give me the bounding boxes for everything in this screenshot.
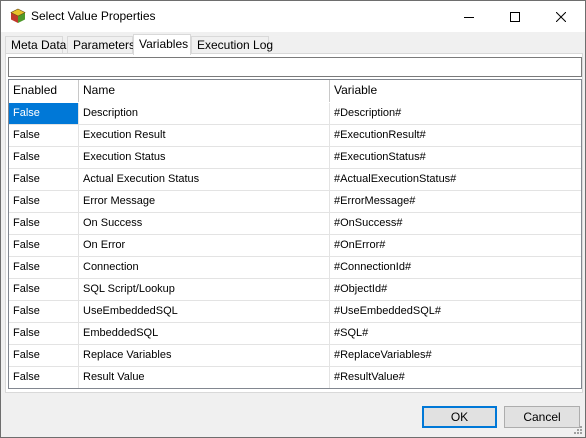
name-cell[interactable]: EmbeddedSQL (79, 323, 330, 344)
maximize-icon (510, 11, 520, 22)
cube-app-icon (10, 8, 26, 24)
enabled-cell[interactable]: False (9, 257, 79, 278)
variables-panel: Enabled Name Variable False Description #D… (5, 53, 583, 393)
table-row[interactable]: False EmbeddedSQL #SQL# (9, 323, 581, 345)
variable-cell[interactable]: #OnError# (330, 235, 581, 256)
enabled-cell[interactable]: False (9, 279, 79, 300)
table-row[interactable]: False Actual Execution Status #ActualExecu… (9, 169, 581, 191)
enabled-cell[interactable]: False (9, 301, 79, 322)
variable-cell[interactable]: #ActualExecutionStatus# (330, 169, 581, 190)
minimize-button[interactable] (446, 1, 492, 32)
filter-input[interactable] (8, 57, 582, 77)
tab-execution-log[interactable]: Execution Log (191, 36, 273, 54)
enabled-cell[interactable]: False (9, 147, 79, 168)
enabled-cell[interactable]: False (9, 213, 79, 234)
variable-cell[interactable]: #ErrorMessage# (330, 191, 581, 212)
close-icon (556, 11, 566, 22)
enabled-cell[interactable]: False (9, 125, 79, 146)
variable-cell[interactable]: #ResultValue# (330, 367, 581, 388)
table-row[interactable]: False SQL Script/Lookup #ObjectId# (9, 279, 581, 301)
name-cell[interactable]: Error Message (79, 191, 330, 212)
variable-cell[interactable]: #ExecutionStatus# (330, 147, 581, 168)
name-cell[interactable]: UseEmbeddedSQL (79, 301, 330, 322)
variable-cell[interactable]: #ObjectId# (330, 279, 581, 300)
enabled-cell[interactable]: False (9, 235, 79, 256)
enabled-cell[interactable]: False (9, 345, 79, 366)
variables-grid[interactable]: Enabled Name Variable False Description #D… (8, 79, 582, 389)
table-row[interactable]: False Error Message #ErrorMessage# (9, 191, 581, 213)
variable-cell[interactable]: #UseEmbeddedSQL# (330, 301, 581, 322)
ok-button[interactable]: OK (422, 406, 497, 428)
grid-header: Enabled Name Variable (9, 80, 581, 102)
name-cell[interactable]: Replace Variables (79, 345, 330, 366)
name-cell[interactable]: Description (79, 103, 330, 124)
dialog-window: Select Value Properties Meta Data Parame… (0, 0, 586, 438)
table-row[interactable]: False Description #Description# (9, 103, 581, 125)
name-cell[interactable]: SQL Script/Lookup (79, 279, 330, 300)
tab-parameters[interactable]: Parameters (67, 36, 135, 54)
enabled-cell[interactable]: False (9, 323, 79, 344)
title-bar[interactable]: Select Value Properties (1, 1, 585, 32)
name-cell[interactable]: On Error (79, 235, 330, 256)
table-row[interactable]: False Result Value #ResultValue# (9, 367, 581, 388)
table-row[interactable]: False Replace Variables #ReplaceVariables# (9, 345, 581, 367)
table-row[interactable]: False Execution Status #ExecutionStatus# (9, 147, 581, 169)
maximize-button[interactable] (492, 1, 538, 32)
minimize-icon (464, 16, 474, 18)
resize-grip-icon[interactable] (573, 425, 583, 435)
variable-cell[interactable]: #SQL# (330, 323, 581, 344)
name-cell[interactable]: Connection (79, 257, 330, 278)
window-title: Select Value Properties (31, 9, 156, 23)
table-row[interactable]: False UseEmbeddedSQL #UseEmbeddedSQL# (9, 301, 581, 323)
close-button[interactable] (538, 1, 584, 32)
dialog-footer: OK Cancel (1, 394, 585, 437)
column-header-enabled[interactable]: Enabled (9, 80, 79, 102)
name-cell[interactable]: Actual Execution Status (79, 169, 330, 190)
table-row[interactable]: False On Error #OnError# (9, 235, 581, 257)
variable-cell[interactable]: #ConnectionId# (330, 257, 581, 278)
enabled-cell[interactable]: False (9, 169, 79, 190)
name-cell[interactable]: On Success (79, 213, 330, 234)
grid-body: False Description #Description# False Execut… (9, 103, 581, 388)
variable-cell[interactable]: #OnSuccess# (330, 213, 581, 234)
name-cell[interactable]: Execution Result (79, 125, 330, 146)
tab-variables[interactable]: Variables (133, 34, 191, 55)
name-cell[interactable]: Result Value (79, 367, 330, 388)
cancel-button[interactable]: Cancel (504, 406, 580, 428)
table-row[interactable]: False Connection #ConnectionId# (9, 257, 581, 279)
variable-cell[interactable]: #Description# (330, 103, 581, 124)
name-cell[interactable]: Execution Status (79, 147, 330, 168)
enabled-cell[interactable]: False (9, 367, 79, 388)
table-row[interactable]: False On Success #OnSuccess# (9, 213, 581, 235)
variable-cell[interactable]: #ExecutionResult# (330, 125, 581, 146)
enabled-cell[interactable]: False (9, 103, 79, 124)
column-header-name[interactable]: Name (79, 80, 330, 102)
column-header-variable[interactable]: Variable (330, 80, 581, 102)
tab-meta-data[interactable]: Meta Data (5, 36, 66, 54)
variable-cell[interactable]: #ReplaceVariables# (330, 345, 581, 366)
enabled-cell[interactable]: False (9, 191, 79, 212)
table-row[interactable]: False Execution Result #ExecutionResult# (9, 125, 581, 147)
tab-strip: Meta Data Parameters Variables Execution… (5, 34, 583, 55)
